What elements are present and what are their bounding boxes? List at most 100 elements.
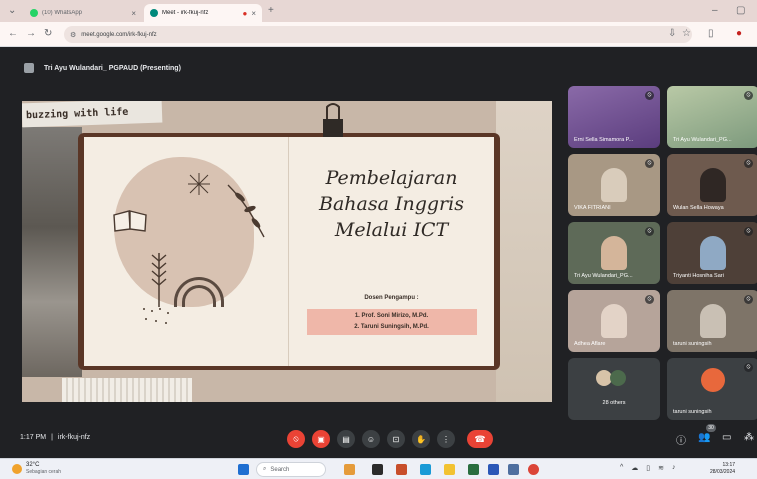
- participant-tile[interactable]: ⦸ Wulan Sella Howaya: [667, 154, 757, 216]
- widgets-app-icon[interactable]: [344, 464, 355, 475]
- end-call-button[interactable]: ☎: [467, 430, 493, 448]
- file-explorer-icon[interactable]: [444, 464, 455, 475]
- camera-app-icon[interactable]: [508, 464, 519, 475]
- meeting-controls-bar: 1:17 PM | irk-fkuj-nfz ⦸ ▣ ▤ ☺ ⊡ ✋ ⋮ ☎ ⓘ…: [0, 420, 757, 458]
- captions-button[interactable]: ▤: [337, 430, 355, 448]
- wifi-icon[interactable]: ≋: [658, 464, 664, 472]
- slide-title-line: Melalui ICT: [334, 219, 449, 241]
- more-options-button[interactable]: ⋮: [437, 430, 455, 448]
- mic-off-icon: ⦸: [744, 363, 753, 372]
- slide-title-line: Bahasa Inggris: [319, 193, 464, 215]
- slide-title-line: Pembelajaran: [325, 167, 458, 189]
- mic-toggle-button[interactable]: ⦸: [287, 430, 305, 448]
- chat-icon[interactable]: ▭: [722, 432, 731, 443]
- chevron-up-icon[interactable]: ^: [620, 464, 623, 472]
- participant-name: taruni suningsih: [673, 341, 712, 347]
- mic-off-icon: ⦸: [744, 159, 753, 168]
- new-tab-button[interactable]: +: [268, 5, 274, 16]
- url-bar[interactable]: ⚙ meet.google.com/irk-fkuj-nfz: [64, 26, 692, 43]
- site-info-icon[interactable]: ⚙: [70, 31, 76, 39]
- tab-search-icon[interactable]: ⌄: [8, 5, 16, 16]
- reload-icon[interactable]: ↻: [44, 28, 52, 39]
- clock-date: 28/03/2024: [710, 469, 736, 475]
- minimize-icon[interactable]: –: [712, 5, 718, 16]
- notebook-right-page: Pembelajaran Bahasa Inggris Melalui ICT …: [289, 137, 494, 366]
- participant-name: Tri Ayu Wulandari_PG...: [574, 273, 633, 279]
- participant-tile[interactable]: ⦸ Triyanti Hosniha Sari: [667, 222, 757, 284]
- activities-icon[interactable]: ⁂: [744, 432, 754, 443]
- participants-badge: 30: [706, 424, 716, 432]
- forward-icon[interactable]: →: [26, 28, 36, 39]
- presenter-label: Tri Ayu Wulandari_ PGPAUD (Presenting): [44, 64, 181, 72]
- taskbar-search[interactable]: ⌕ Search: [256, 462, 326, 477]
- info-icon[interactable]: ⓘ: [676, 432, 686, 447]
- mic-off-icon: ⦸: [645, 227, 654, 236]
- battery-icon[interactable]: ▯: [646, 464, 650, 472]
- notebook-left-page: [84, 137, 289, 366]
- meet-icon: [150, 9, 158, 17]
- participant-tile[interactable]: ⦸ taruni suningsih: [667, 358, 757, 420]
- avatar: [610, 370, 626, 386]
- decorative-photo-left: [22, 127, 82, 377]
- url-text: meet.google.com/irk-fkuj-nfz: [81, 31, 157, 38]
- binder-clip-icon: [323, 103, 343, 137]
- back-icon[interactable]: ←: [8, 28, 18, 39]
- mic-off-icon: ⦸: [645, 91, 654, 100]
- mentor-line: 2. Taruni Suningsih, M.Pd.: [354, 324, 429, 330]
- participant-name: Adhea Aflare: [574, 341, 606, 347]
- tab-meet[interactable]: Meet - irk-fkuj-nfz ● ×: [144, 4, 262, 22]
- mentors-heading: Dosen Pengampu :: [364, 295, 419, 301]
- bookmark-star-icon[interactable]: ☆: [682, 28, 691, 39]
- temperature: 32°C: [26, 462, 40, 468]
- sidepanel-icon[interactable]: ▯: [708, 28, 714, 39]
- whatsapp-icon: [30, 9, 38, 17]
- cloud-icon[interactable]: ☁: [631, 464, 638, 472]
- participant-video: [700, 236, 726, 270]
- emoji-button[interactable]: ☺: [362, 430, 380, 448]
- close-tab-icon[interactable]: ×: [251, 9, 256, 18]
- clock-time: 13:17: [722, 462, 736, 468]
- download-icon[interactable]: ⇩: [668, 28, 676, 39]
- weather-widget[interactable]: 32°C Sebagian cerah: [12, 462, 61, 475]
- participant-video: [700, 304, 726, 338]
- maximize-icon[interactable]: ▢: [736, 5, 745, 16]
- dots-doodle: [143, 308, 169, 324]
- raise-hand-button[interactable]: ✋: [412, 430, 430, 448]
- notebook-page: Pembelajaran Bahasa Inggris Melalui ICT …: [84, 137, 494, 366]
- meeting-info: 1:17 PM | irk-fkuj-nfz: [20, 434, 90, 441]
- edge-browser-icon[interactable]: [420, 464, 431, 475]
- meeting-code: irk-fkuj-nfz: [57, 434, 91, 441]
- people-icon[interactable]: 👥: [698, 432, 710, 443]
- participant-tile[interactable]: ⦸ Tri Ayu Wulandari_PG...: [568, 222, 660, 284]
- app-icon[interactable]: [468, 464, 479, 475]
- participant-tile[interactable]: ⦸ taruni suningsih: [667, 290, 757, 352]
- meeting-separator: |: [51, 434, 53, 441]
- participant-tile[interactable]: ⦸ VIKA FITRIANI: [568, 154, 660, 216]
- decorative-paper-bottom: [62, 378, 192, 402]
- word-app-icon[interactable]: [488, 464, 499, 475]
- close-tab-icon[interactable]: ×: [131, 9, 136, 18]
- participant-video: [601, 168, 627, 202]
- tab-whatsapp[interactable]: (10) WhatsApp ×: [24, 4, 142, 22]
- participant-tile[interactable]: ⦸ Adhea Aflare: [568, 290, 660, 352]
- taskview-icon[interactable]: [372, 464, 383, 475]
- participant-tile[interactable]: ⦸ Erni Sella Simamora P...: [568, 86, 660, 148]
- participant-tile[interactable]: ⦸ Tri Ayu Wulandari_PG...: [667, 86, 757, 148]
- participant-video: [601, 304, 627, 338]
- app-icon[interactable]: [396, 464, 407, 475]
- mentor-line: 1. Prof. Soni Mirizo, M.Pd.: [354, 313, 429, 319]
- volume-icon[interactable]: ♪: [672, 464, 676, 472]
- meeting-time: 1:17 PM: [20, 434, 47, 441]
- mic-off-icon: ⦸: [744, 91, 753, 100]
- present-button[interactable]: ⊡: [387, 430, 405, 448]
- windows-start-icon[interactable]: [238, 464, 249, 475]
- weather-condition: Sebagian cerah: [26, 469, 62, 475]
- others-tile[interactable]: 28 others: [568, 358, 660, 420]
- system-clock[interactable]: 13:17 28/03/2024: [710, 462, 735, 476]
- avatar: [701, 368, 725, 392]
- participant-name: Erni Sella Simamora P...: [574, 137, 634, 143]
- mic-off-icon: ⦸: [645, 295, 654, 304]
- chrome-app-icon[interactable]: [528, 464, 539, 475]
- profile-icon[interactable]: ●: [736, 28, 742, 39]
- camera-toggle-button[interactable]: ▣: [312, 430, 330, 448]
